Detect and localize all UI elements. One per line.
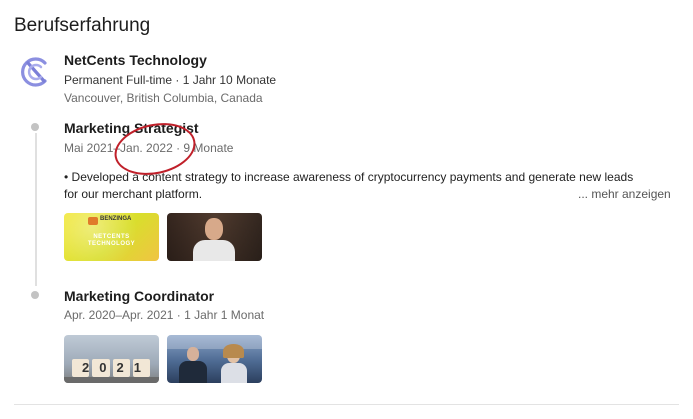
company-location: Vancouver, British Columbia, Canada [64,91,263,105]
2021-blocks-thumbnail[interactable]: 2021 [64,335,159,383]
company-name[interactable]: NetCents Technology [64,52,207,68]
show-more-link[interactable]: ... mehr anzeigen [578,187,671,201]
anchor-blouse [221,363,247,383]
employment-type: Permanent Full-time · 1 Jahr 10 Monate [64,73,277,87]
coin-row [64,377,159,383]
banner-company-text: TECHNOLOGY [87,241,136,247]
person-head [205,218,223,240]
netcents-logo-icon[interactable] [17,54,53,90]
timeline-dot [31,123,39,131]
person-shirt [193,240,235,261]
anchor-suit [179,361,207,383]
banner-company-text: NETCENTS [93,234,130,240]
position-title[interactable]: Marketing Coordinator [64,288,214,304]
timeline-line [35,133,37,286]
description-line: for our merchant platform. [64,187,203,201]
benzinga-banner-thumbnail[interactable]: BENZINGA NETCENTS TECHNOLOGY [64,213,159,261]
anchor-head [187,347,199,361]
banner-logo-mark [88,217,98,225]
section-divider [14,404,679,405]
studio-backdrop [167,335,262,349]
anchor-hair [223,344,244,358]
blocks-year-text: 2021 [82,360,151,375]
timeline-dot [31,291,39,299]
speaker-video-thumbnail[interactable] [167,213,262,261]
news-anchors-thumbnail[interactable] [167,335,262,383]
banner-brand-text: BENZINGA [100,216,132,222]
position-dates: Apr. 2020–Apr. 2021 · 1 Jahr 1 Monat [64,308,265,322]
section-title: Berufserfahrung [14,15,151,36]
